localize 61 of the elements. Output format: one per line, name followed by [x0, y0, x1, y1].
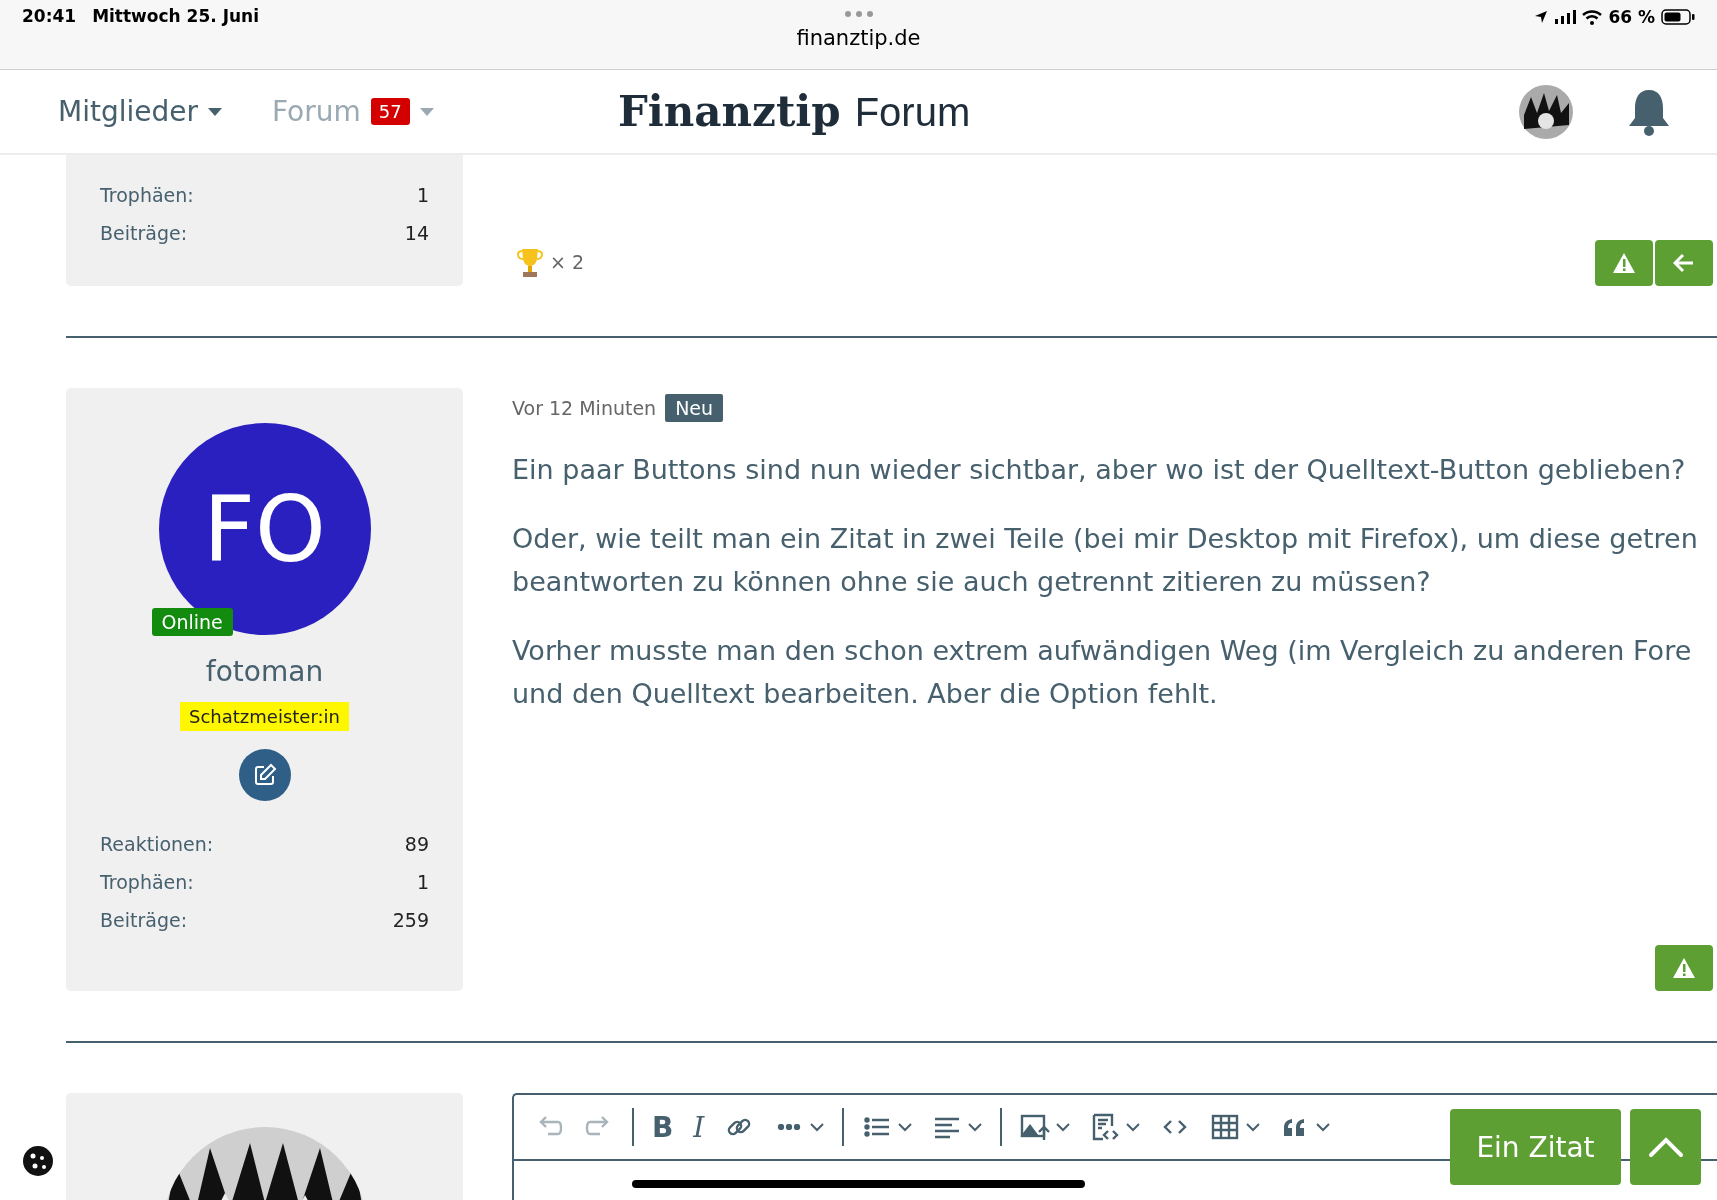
post-text-line: Ein paar Buttons sind nun wieder sichtbar, aber wo ist der Quelltext-Button geblieben?	[512, 453, 1687, 487]
stat-value: 259	[392, 909, 429, 931]
stat-value: 89	[404, 833, 429, 855]
battery-percent: 66 %	[1608, 7, 1655, 27]
post-text-line: Oder, wie teilt man ein Zitat in zwei Teile (bei mir Desktop mit Firefox), um diese getren	[512, 522, 1699, 556]
report-button[interactable]	[1595, 240, 1653, 286]
arrow-left-icon	[1673, 253, 1695, 273]
stat-label: Beiträge:	[100, 909, 188, 931]
stat-value: 1	[416, 184, 429, 206]
wifi-icon	[1582, 9, 1603, 25]
image-icon	[1020, 1112, 1051, 1142]
chevron-icon	[898, 1122, 913, 1132]
online-badge: Online	[151, 608, 233, 636]
stat-label: Trophäen:	[100, 184, 194, 206]
report-button[interactable]	[1655, 945, 1713, 991]
italic-tool[interactable]: I	[685, 1105, 713, 1149]
post-text-line: und den Quelltext bearbeiten. Aber die Option fehlt.	[512, 677, 1219, 711]
post-time[interactable]: Vor 12 Minuten	[512, 397, 657, 419]
signal-icon	[1554, 10, 1577, 24]
logo-suffix[interactable]: Forum	[854, 90, 971, 135]
nav-menu[interactable]: Forum 57	[272, 95, 434, 128]
chevron-icon	[1246, 1122, 1261, 1132]
stat-value: 14	[404, 222, 429, 244]
media-icon	[1090, 1112, 1121, 1142]
role-badge: Schatzmeister:in	[180, 702, 349, 731]
url-text[interactable]: finanztip.de	[796, 26, 921, 50]
location-icon	[1534, 10, 1549, 24]
more-icon[interactable]	[843, 10, 874, 18]
battery-icon	[1661, 9, 1695, 25]
caret-icon	[208, 107, 222, 116]
trophy-count: × 2	[550, 251, 585, 273]
stat-label: Trophäen:	[100, 871, 194, 893]
warning-icon	[1612, 252, 1636, 274]
chevron-icon	[1126, 1122, 1141, 1132]
caret-icon	[419, 107, 434, 116]
chevron-icon	[968, 1122, 983, 1132]
nav-menu[interactable]: Mitglieder	[58, 95, 222, 128]
count-badge: 57	[370, 98, 410, 125]
stat-label: Beiträge:	[100, 222, 188, 244]
warning-icon	[1672, 957, 1696, 979]
chevron-up-icon	[1647, 1136, 1684, 1158]
username-link[interactable]: fotoman	[205, 655, 324, 688]
new-badge: Neu	[665, 394, 724, 422]
edit-button[interactable]	[238, 749, 291, 801]
notification-icon[interactable]	[1627, 87, 1671, 136]
chevron-icon	[1316, 1122, 1331, 1132]
trophy-icon	[514, 246, 546, 278]
chevron-icon	[810, 1122, 825, 1132]
status-date: Mittwoch 25. Juni	[92, 6, 259, 28]
stat-value: 1	[416, 871, 429, 893]
edit-icon	[252, 763, 277, 787]
stat-label: Reaktionen:	[100, 833, 214, 855]
back-button[interactable]	[1655, 240, 1713, 286]
logo-brand[interactable]: Finanztip	[618, 87, 841, 136]
post-text-line: beantworten zu können ohne sie auch getrennt zitieren zu müssen?	[512, 565, 1432, 599]
scroll-top-button[interactable]	[1630, 1109, 1701, 1185]
table-icon	[1210, 1112, 1241, 1142]
post-text-line: Vorher musste man den schon extrem aufwändigen Weg (im Vergleich zu anderen Fore	[512, 634, 1693, 668]
chevron-icon	[1056, 1122, 1071, 1132]
status-time: 20:41	[22, 6, 77, 28]
bold-tool[interactable]: B	[644, 1105, 682, 1149]
